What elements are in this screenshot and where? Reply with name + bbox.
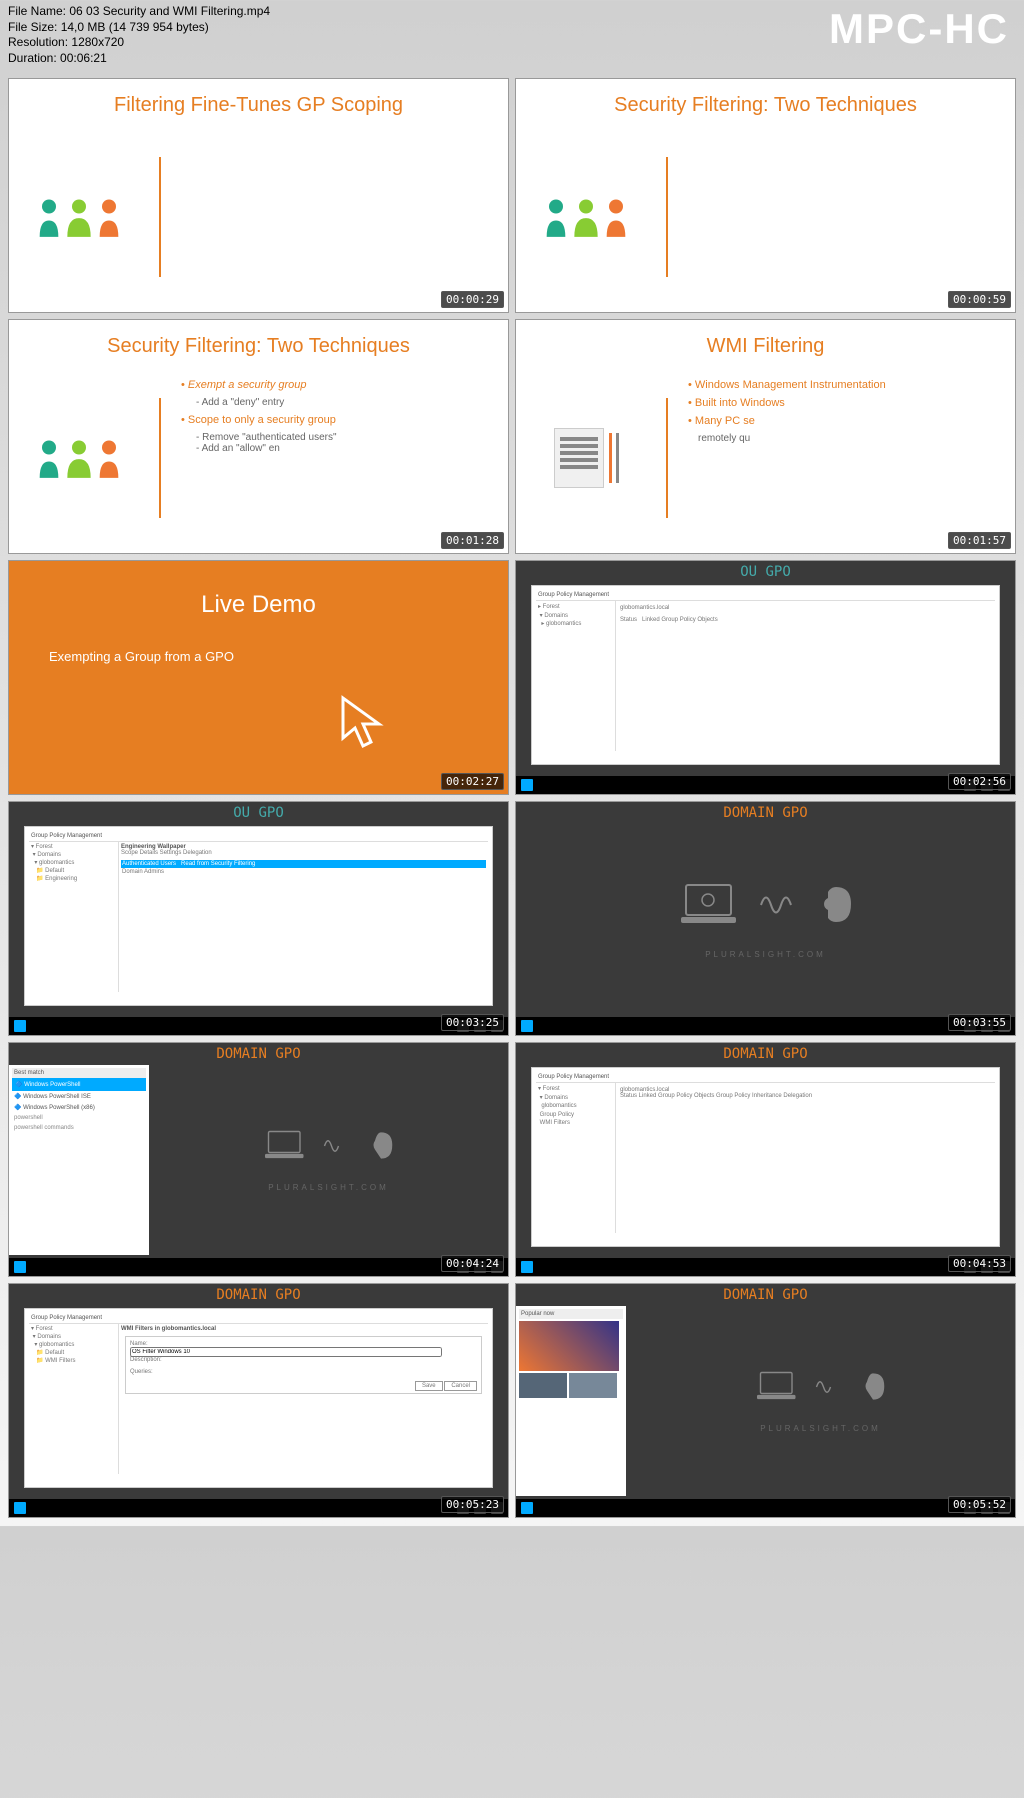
timestamp: 00:04:24 [441,1255,504,1272]
thumbnail[interactable]: DOMAIN GPO PLURALSIGHT.COM 00:03:55 [515,801,1016,1036]
desktop-label: DOMAIN GPO [9,1043,508,1065]
bullet-content: • Windows Management Instrumentation • B… [678,363,1015,553]
thumbnail[interactable]: DOMAIN GPO Group Policy Management ▾ For… [8,1283,509,1518]
demo-subtitle: Exempting a Group from a GPO [49,649,488,664]
app-watermark: MPC-HC [829,5,1009,53]
timestamp: 00:04:53 [948,1255,1011,1272]
thumbnail[interactable]: DOMAIN GPO Best match 🔷 Windows PowerShe… [8,1042,509,1277]
desktop-label: DOMAIN GPO [516,1284,1015,1306]
bullet-content: • Exempt a security group - Add a "deny"… [171,363,508,553]
people-icons [9,363,149,553]
thumbnail-grid: Filtering Fine-Tunes GP Scoping 00:00:29… [0,70,1024,1526]
gpmc-window: Group Policy Management ▾ Forest ▾ Domai… [24,1308,493,1488]
slide-title: Security Filtering: Two Techniques [9,320,508,363]
filesize-label: File Size: [8,20,57,34]
duration-value: 00:06:21 [60,51,107,65]
taskbar [516,1499,1015,1517]
timestamp: 00:05:52 [948,1496,1011,1513]
news-panel: Popular now [516,1306,626,1496]
filesize-value: 14,0 MB (14 739 954 bytes) [61,20,209,34]
divider [666,398,668,518]
divider [666,157,668,277]
gpmc-window: Group Policy Management ▾ Forest ▾ Domai… [531,1067,1000,1247]
people-icons [9,122,149,312]
gpmc-window: Group Policy Management ▸ Forest ▾ Domai… [531,585,1000,765]
resolution-value: 1280x720 [71,35,124,49]
desktop-label: OU GPO [9,802,508,824]
laptop-head-graphic [676,880,856,930]
slide-title: Security Filtering: Two Techniques [516,79,1015,122]
desktop-label: OU GPO [516,561,1015,583]
brand-text: PLURALSIGHT.COM [760,1424,881,1433]
demo-title: Live Demo [29,591,488,619]
laptop-head-graphic [261,1128,396,1163]
slide-title: WMI Filtering [516,320,1015,363]
gpmc-window: Group Policy Management ▾ Forest ▾ Domai… [24,826,493,1006]
timestamp: 00:02:27 [441,773,504,790]
timestamp: 00:02:56 [948,773,1011,790]
taskbar [516,1017,1015,1035]
timestamp: 00:01:28 [441,532,504,549]
checklist-icon [516,363,656,553]
search-panel: Best match 🔷 Windows PowerShell 🔷 Window… [9,1065,149,1255]
brand-text: PLURALSIGHT.COM [268,1183,389,1192]
timestamp: 00:00:59 [948,291,1011,308]
desktop-label: DOMAIN GPO [9,1284,508,1306]
taskbar [9,1258,508,1276]
thumbnail[interactable]: Live Demo Exempting a Group from a GPO 0… [8,560,509,795]
timestamp: 00:03:55 [948,1014,1011,1031]
taskbar [516,776,1015,794]
taskbar [516,1258,1015,1276]
taskbar [9,1017,508,1035]
thumbnail[interactable]: OU GPO Group Policy Management ▸ Forest … [515,560,1016,795]
timestamp: 00:01:57 [948,532,1011,549]
thumbnail[interactable]: Filtering Fine-Tunes GP Scoping 00:00:29 [8,78,509,313]
filename-label: File Name: [8,4,66,18]
thumbnail[interactable]: WMI Filtering • Windows Management Instr… [515,319,1016,554]
duration-label: Duration: [8,51,57,65]
resolution-label: Resolution: [8,35,68,49]
laptop-head-graphic [753,1369,888,1404]
divider [159,157,161,277]
filename-value: 06 03 Security and WMI Filtering.mp4 [69,4,270,18]
start-icon [521,779,533,791]
taskbar [9,1499,508,1517]
thumbnail[interactable]: DOMAIN GPO Popular now PLURALSIGHT.COM [515,1283,1016,1518]
timestamp: 00:05:23 [441,1496,504,1513]
thumbnail[interactable]: Security Filtering: Two Techniques 00:00… [515,78,1016,313]
thumbnail[interactable]: DOMAIN GPO Group Policy Management ▾ For… [515,1042,1016,1277]
slide-title: Filtering Fine-Tunes GP Scoping [9,79,508,122]
divider [159,398,161,518]
desktop-label: DOMAIN GPO [516,1043,1015,1065]
thumbnail[interactable]: Security Filtering: Two Techniques • Exe… [8,319,509,554]
desktop-label: DOMAIN GPO [516,802,1015,824]
people-icons [516,122,656,312]
thumbnail[interactable]: OU GPO Group Policy Management ▾ Forest … [8,801,509,1036]
timestamp: 00:03:25 [441,1014,504,1031]
cursor-icon [338,694,388,754]
brand-text: PLURALSIGHT.COM [705,950,826,959]
timestamp: 00:00:29 [441,291,504,308]
file-info-header: File Name: 06 03 Security and WMI Filter… [0,0,1024,70]
